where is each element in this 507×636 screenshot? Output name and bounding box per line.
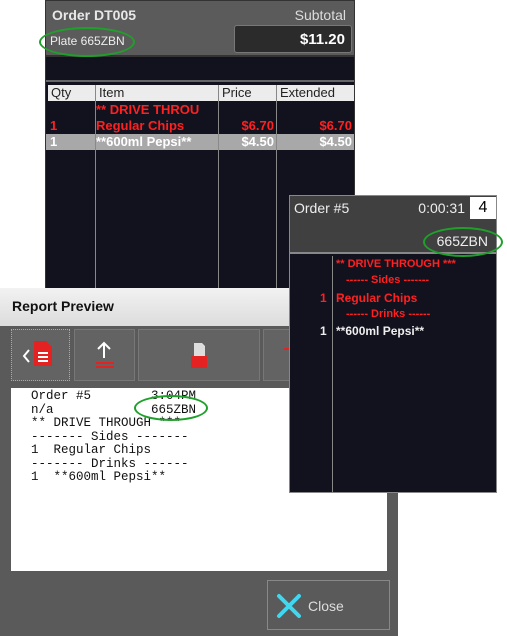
divider — [218, 85, 219, 293]
column-item: Item — [96, 85, 218, 101]
ticket-qty: 1 — [320, 324, 327, 338]
ticket-qty: 1 — [320, 291, 327, 305]
qty-cell: 1 — [50, 134, 58, 149]
order-title: Order DT005 — [52, 7, 137, 23]
extended-cell: $6.70 — [319, 118, 352, 133]
ticket-line: Regular Chips — [336, 291, 418, 305]
extended-cell: $4.50 — [319, 134, 352, 149]
kitchen-ticket[interactable]: Order #5 0:00:31 4 665ZBN ** DRIVE THROU… — [289, 195, 503, 493]
ticket-line: ** DRIVE THROUGH *** — [336, 258, 456, 270]
ticket-line: ------ Sides ------- — [346, 274, 430, 286]
price-cell: $4.50 — [241, 134, 274, 149]
divider — [332, 256, 333, 492]
upload-icon — [96, 341, 114, 368]
input-strip[interactable] — [46, 59, 354, 82]
print-icon — [191, 343, 207, 368]
close-button[interactable]: Close — [267, 580, 390, 630]
table-row[interactable]: ** DRIVE THROU — [46, 102, 354, 118]
order-header: Order DT005 Subtotal Plate 665ZBN $11.20 — [39, 1, 354, 57]
item-cell: **600ml Pepsi** — [96, 134, 192, 149]
column-extended: Extended — [277, 85, 354, 101]
item-cell: ** DRIVE THROU — [96, 102, 200, 117]
highlight-ring — [39, 27, 135, 57]
table-row-selected[interactable]: 1 **600ml Pepsi** $4.50 $4.50 — [46, 134, 354, 150]
ticket-timer: 0:00:31 — [418, 200, 465, 216]
close-icon — [277, 594, 301, 618]
ticket-order: Order #5 — [294, 200, 350, 216]
export-button[interactable] — [74, 329, 135, 381]
qty-cell: 1 — [50, 118, 58, 133]
highlight-ring — [423, 227, 503, 257]
partial-icon — [284, 348, 290, 350]
subtotal-label: Subtotal — [294, 7, 346, 23]
item-cell: Regular Chips — [96, 118, 185, 133]
print-button[interactable] — [138, 329, 260, 381]
column-price: Price — [219, 85, 276, 101]
back-document-icon — [22, 341, 52, 366]
close-label: Close — [308, 598, 344, 614]
back-button[interactable] — [11, 329, 70, 381]
subtotal-value: $11.20 — [234, 25, 352, 53]
table-row[interactable]: 1 Regular Chips $6.70 $6.70 — [46, 118, 354, 134]
ticket-line: ------ Drinks ------ — [346, 308, 431, 320]
ticket-header: Order #5 0:00:31 4 665ZBN — [290, 196, 503, 257]
divider — [276, 85, 277, 293]
ticket-line: **600ml Pepsi** — [336, 324, 425, 338]
ticket-number: 4 — [470, 197, 496, 219]
highlight-ring — [134, 395, 208, 421]
price-cell: $6.70 — [241, 118, 274, 133]
divider — [95, 85, 96, 293]
column-qty: Qty — [48, 85, 95, 101]
